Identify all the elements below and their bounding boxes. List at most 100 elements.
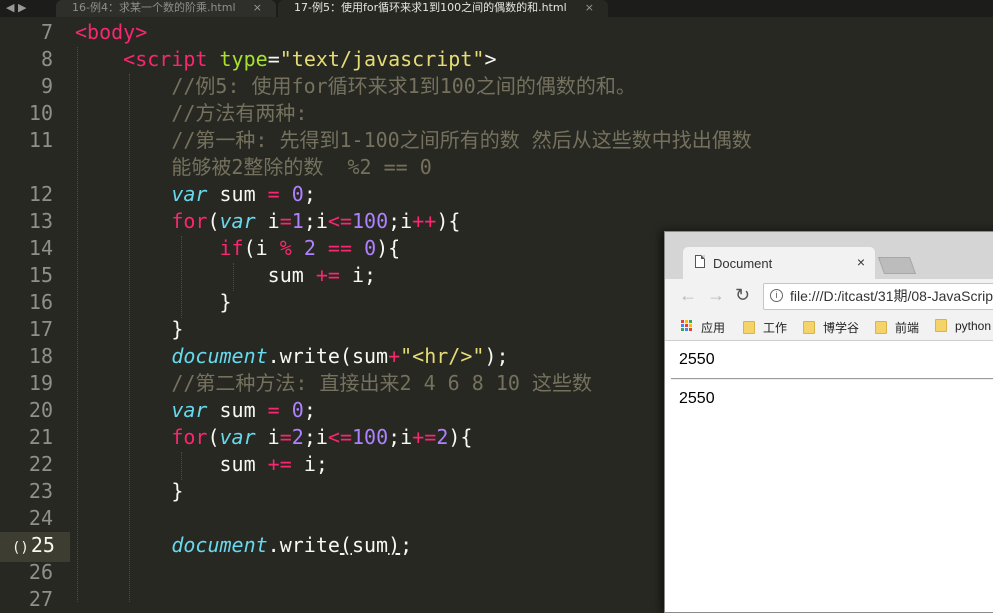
code-line-8[interactable]: <script type="text/javascript"> bbox=[75, 46, 496, 73]
code-token: write bbox=[279, 533, 340, 557]
current-line-marker: () bbox=[12, 540, 29, 556]
code-line-16[interactable]: } bbox=[75, 289, 231, 316]
line-number: 23 bbox=[28, 479, 53, 503]
code-line-17[interactable]: } bbox=[75, 316, 183, 343]
editor-tab-label: 17-例5：使用for循环来求1到100之间的偶数的和.html bbox=[294, 1, 567, 14]
editor-tab-example5[interactable]: 17-例5：使用for循环来求1到100之间的偶数的和.html × bbox=[278, 0, 608, 17]
code-token: <= bbox=[327, 425, 352, 449]
code-token: sum bbox=[219, 452, 256, 476]
code-line-12[interactable]: var sum = 0; bbox=[75, 181, 316, 208]
code-token: = bbox=[279, 425, 292, 449]
code-token: sum bbox=[351, 344, 389, 368]
close-icon[interactable]: × bbox=[253, 0, 262, 15]
info-icon[interactable]: i bbox=[770, 289, 783, 302]
line-number: 20 bbox=[28, 398, 53, 422]
code-token: = bbox=[267, 47, 280, 71]
code-line-22[interactable]: sum += i; bbox=[75, 451, 328, 478]
code-comment: //第二种方法: 直接出来2 4 6 8 10 这些数 bbox=[171, 371, 592, 395]
code-token: = bbox=[267, 398, 280, 422]
bookmark-frontend[interactable]: 前端 bbox=[875, 319, 919, 336]
code-token: "text/javascript" bbox=[279, 47, 485, 71]
line-number: 25 bbox=[30, 533, 55, 557]
browser-tab-document[interactable]: Document × bbox=[683, 247, 875, 279]
code-comment: //第一种: 先得到1-100之间所有的数 然后从这些数中找出偶数 bbox=[171, 128, 752, 152]
address-bar[interactable]: i file:///D:/itcast/31期/08-JavaScript bbox=[763, 283, 993, 310]
code-token: 1 bbox=[291, 209, 304, 233]
output-line: 2550 bbox=[679, 351, 715, 368]
bookmark-label: 工作 bbox=[763, 321, 788, 335]
editor-tab-example4[interactable]: 16-例4：求某一个数的阶乘.html × bbox=[56, 0, 276, 17]
code-token: i bbox=[315, 209, 328, 233]
code-token: var bbox=[219, 425, 256, 449]
code-token: if bbox=[219, 236, 244, 260]
code-token: < bbox=[75, 20, 88, 44]
line-number: 13 bbox=[28, 209, 53, 233]
close-icon[interactable]: × bbox=[857, 254, 865, 270]
bookmarks-bar: 应用 工作 博学谷 前端 python bbox=[665, 315, 993, 341]
code-token: i bbox=[400, 209, 413, 233]
bookmark-boxuegu[interactable]: 博学谷 bbox=[803, 319, 859, 336]
forward-arrow-icon[interactable]: → bbox=[707, 285, 725, 306]
new-tab-button[interactable] bbox=[877, 257, 917, 274]
code-line-20[interactable]: var sum = 0; bbox=[75, 397, 316, 424]
bookmark-apps[interactable]: 应用 bbox=[701, 319, 725, 336]
line-number: 17 bbox=[28, 317, 53, 341]
bookmark-python[interactable]: python bbox=[935, 319, 991, 333]
code-token: ++ bbox=[412, 209, 437, 233]
code-line-11[interactable]: //第一种: 先得到1-100之间所有的数 然后从这些数中找出偶数 bbox=[75, 127, 752, 154]
bookmark-work[interactable]: 工作 bbox=[743, 319, 787, 336]
code-token: var bbox=[219, 209, 256, 233]
line-number: 26 bbox=[28, 560, 53, 584]
line-number: 15 bbox=[28, 263, 53, 287]
code-token: i bbox=[255, 236, 268, 260]
code-line-14[interactable]: if(i % 2 == 0){ bbox=[75, 235, 401, 262]
code-line-19[interactable]: //第二种方法: 直接出来2 4 6 8 10 这些数 bbox=[75, 370, 592, 397]
close-icon[interactable]: × bbox=[585, 0, 594, 15]
code-line-25[interactable]: document.write(sum); bbox=[75, 532, 412, 559]
code-line-18[interactable]: document.write(sum+"<hr/>"); bbox=[75, 343, 508, 370]
code-line-9[interactable]: //例5: 使用for循环来求1到100之间的偶数的和。 bbox=[75, 73, 636, 100]
code-token: sum bbox=[351, 533, 389, 557]
code-token: type bbox=[219, 47, 268, 71]
reload-icon[interactable]: ↻ bbox=[735, 285, 750, 306]
folder-icon bbox=[743, 321, 755, 334]
bookmark-label: python bbox=[955, 319, 992, 333]
code-line-23[interactable]: } bbox=[75, 478, 183, 505]
code-line-11-wrap[interactable]: 能够被2整除的数 %2 == 0 bbox=[75, 154, 432, 181]
code-token: = bbox=[279, 209, 292, 233]
line-number: 8 bbox=[40, 47, 53, 71]
horizontal-rule bbox=[671, 378, 993, 380]
browser-toolbar: ← → ↻ i file:///D:/itcast/31期/08-JavaScr… bbox=[665, 279, 993, 315]
code-line-21[interactable]: for(var i=2;i<=100;i+=2){ bbox=[75, 424, 472, 451]
editor-tab-bar: ◀ ▶ 16-例4：求某一个数的阶乘.html × 17-例5：使用for循环来… bbox=[0, 0, 993, 17]
apps-grid-icon[interactable] bbox=[681, 320, 693, 332]
code-token: += bbox=[267, 452, 292, 476]
back-arrow-icon[interactable]: ← bbox=[679, 285, 697, 306]
line-number: 16 bbox=[28, 290, 53, 314]
code-token: document bbox=[171, 533, 268, 557]
code-token: 0 bbox=[291, 182, 304, 206]
folder-icon bbox=[803, 321, 815, 334]
code-comment: //方法有两种: bbox=[171, 101, 308, 125]
browser-tab-title: Document bbox=[713, 256, 773, 271]
code-comment: //例5: 使用for循环来求1到100之间的偶数的和。 bbox=[171, 74, 636, 98]
code-line-13[interactable]: for(var i=1;i<=100;i++){ bbox=[75, 208, 460, 235]
editor-tab-label: 16-例4：求某一个数的阶乘.html bbox=[72, 1, 236, 14]
tab-scroll-arrows[interactable]: ◀ ▶ bbox=[0, 0, 56, 17]
page-icon bbox=[695, 255, 705, 268]
line-number: 27 bbox=[28, 587, 53, 611]
code-token: 2 bbox=[303, 236, 316, 260]
folder-icon bbox=[875, 321, 887, 334]
line-number: 11 bbox=[28, 128, 53, 152]
code-token: i bbox=[303, 452, 316, 476]
code-line-15[interactable]: sum += i; bbox=[75, 262, 376, 289]
code-token: + bbox=[388, 344, 401, 368]
code-comment: 能够被2整除的数 %2 == 0 bbox=[171, 155, 432, 179]
code-token: sum bbox=[219, 398, 256, 422]
line-number: 24 bbox=[28, 506, 53, 530]
line-number: 7 bbox=[40, 20, 53, 44]
bookmark-label: 博学谷 bbox=[823, 321, 860, 335]
code-line-10[interactable]: //方法有两种: bbox=[75, 100, 307, 127]
code-token: for bbox=[171, 425, 208, 449]
code-line-7[interactable]: <body> bbox=[75, 19, 147, 46]
